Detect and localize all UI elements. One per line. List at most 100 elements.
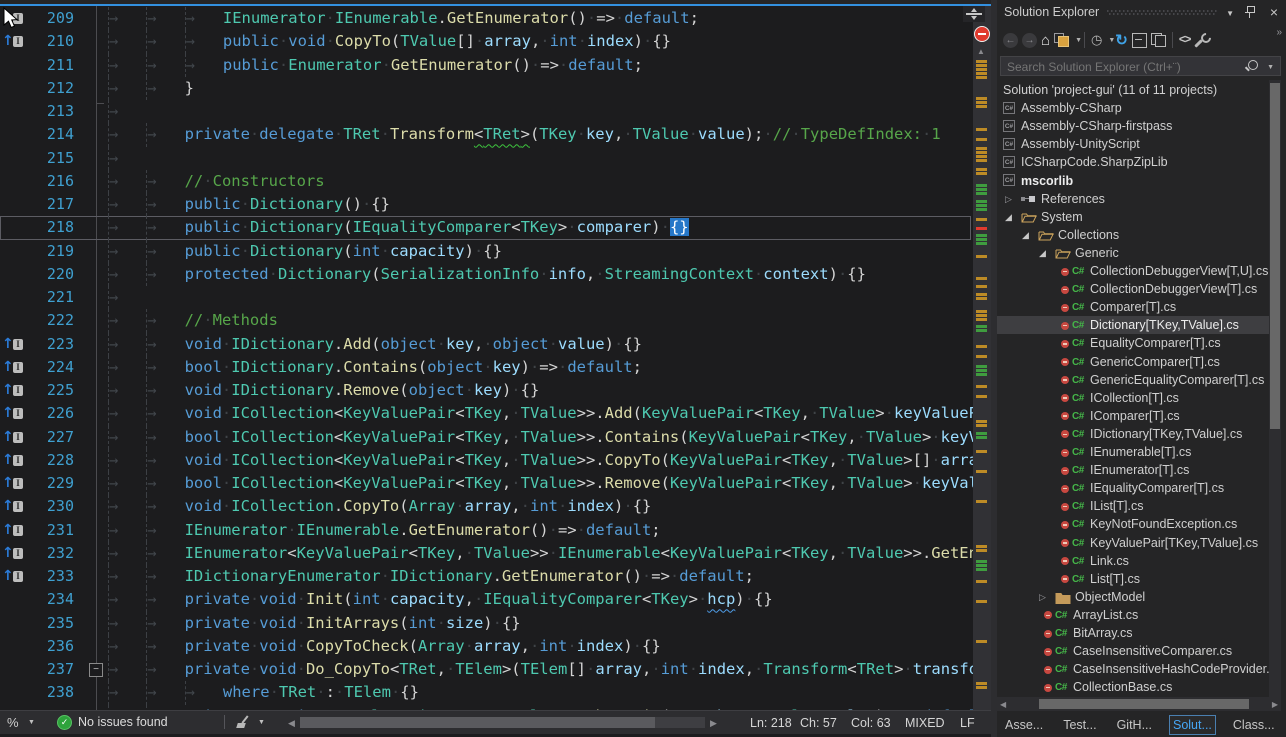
tree-item-collectionbase-cs[interactable]: C#CollectionBase.cs xyxy=(997,678,1269,696)
line-number[interactable]: 237 xyxy=(24,658,74,681)
implements-indicator-icon[interactable]: ↑ xyxy=(2,402,14,425)
home-icon[interactable]: ⌂ xyxy=(1041,30,1050,50)
interface-indicator-icon[interactable]: I xyxy=(13,501,23,512)
line-number[interactable]: 215 xyxy=(24,147,74,170)
line-number[interactable]: 210 xyxy=(24,30,74,53)
tree-item-arraylist-cs[interactable]: C#ArrayList.cs xyxy=(997,606,1269,624)
scroll-up-arrow-icon[interactable]: ▲ xyxy=(977,47,985,56)
line-number[interactable]: 219 xyxy=(24,240,74,263)
tree-vertical-scrollbar[interactable] xyxy=(1269,80,1281,697)
interface-indicator-icon[interactable]: I xyxy=(13,455,23,466)
solution-explorer-title-bar[interactable]: Solution Explorer ▼ × xyxy=(997,0,1286,25)
hscroll-right-arrow-icon[interactable]: ▶ xyxy=(710,718,717,729)
tree-item-solution-root[interactable]: Solution 'project-gui' (11 of 11 project… xyxy=(997,81,1269,99)
window-position-caret-icon[interactable]: ▼ xyxy=(1226,9,1234,18)
code-line-237[interactable]: 237→→private·void·Do_CopyTo<TRet,·TElem>… xyxy=(0,658,973,681)
implements-indicator-icon[interactable]: ↑ xyxy=(2,542,14,565)
solution-tree[interactable]: Solution 'project-gui' (11 of 11 project… xyxy=(997,80,1269,697)
editor-split-handle[interactable] xyxy=(963,6,985,22)
search-input[interactable] xyxy=(1005,58,1239,76)
code-line-214[interactable]: 214→→private·delegate·TRet·Transform<TRe… xyxy=(0,123,973,146)
tree-item-equalitycomparer-t-cs[interactable]: C#EqualityComparer[T].cs xyxy=(997,334,1269,352)
line-number[interactable]: 227 xyxy=(24,426,74,449)
line-number[interactable]: 224 xyxy=(24,356,74,379)
code-line-236[interactable]: 236→→private·void·CopyToCheck(Array·arra… xyxy=(0,635,973,658)
tree-hscroll-right-icon[interactable]: ▶ xyxy=(1272,700,1278,709)
tree-item-bitarray-cs[interactable]: C#BitArray.cs xyxy=(997,624,1269,642)
line-number[interactable]: 218 xyxy=(24,216,74,239)
code-line-213[interactable]: 213→ xyxy=(0,100,973,123)
tree-item-genericequalitycomparer-t-cs[interactable]: C#GenericEqualityComparer[T].cs xyxy=(997,371,1269,389)
expander-collapsed-icon[interactable]: ▷ xyxy=(1039,588,1046,606)
tool-window-tab-asse[interactable]: Asse... xyxy=(1002,716,1046,734)
zoom-caret-icon[interactable]: ▼ xyxy=(28,719,35,726)
implements-indicator-icon[interactable]: ↑ xyxy=(2,333,14,356)
implements-indicator-icon[interactable]: ↑ xyxy=(2,356,14,379)
refresh-icon[interactable]: ↻ xyxy=(1115,30,1128,50)
filter-caret-icon[interactable]: ▼ xyxy=(1108,37,1115,44)
tree-item-iequalitycomparer-t-cs[interactable]: C#IEqualityComparer[T].cs xyxy=(997,479,1269,497)
interface-indicator-icon[interactable]: I xyxy=(13,525,23,536)
line-number[interactable]: 223 xyxy=(24,333,74,356)
tree-item-comparer-t-cs[interactable]: C#Comparer[T].cs xyxy=(997,298,1269,316)
search-icon[interactable] xyxy=(1248,60,1258,70)
code-line-235[interactable]: 235→→private·void·InitArrays(int·size)·{… xyxy=(0,612,973,635)
tree-item-idictionary-tkey-tvalue-cs[interactable]: C#IDictionary[TKey,TValue].cs xyxy=(997,425,1269,443)
line-number[interactable]: 225 xyxy=(24,379,74,402)
tree-item-ienumerable-t-cs[interactable]: C#IEnumerable[T].cs xyxy=(997,443,1269,461)
line-number[interactable]: 235 xyxy=(24,612,74,635)
view-code-icon[interactable]: <> xyxy=(1179,30,1190,50)
title-drag-grip[interactable] xyxy=(1107,10,1217,15)
expander-expanded-icon[interactable]: ◢ xyxy=(1039,244,1046,262)
tool-window-tab-test[interactable]: Test... xyxy=(1060,716,1099,734)
interface-indicator-icon[interactable]: I xyxy=(13,432,23,443)
tree-item-icomparer-t-cs[interactable]: C#IComparer[T].cs xyxy=(997,407,1269,425)
line-number[interactable]: 230 xyxy=(24,495,74,518)
code-line-221[interactable]: 221→ xyxy=(0,286,973,309)
implements-indicator-icon[interactable]: ↑ xyxy=(2,495,14,518)
interface-indicator-icon[interactable]: I xyxy=(13,408,23,419)
code-line-210[interactable]: ↑I210→→→public·void·CopyTo(TValue[]·arra… xyxy=(0,30,973,53)
editor-vertical-scrollbar[interactable] xyxy=(973,6,991,710)
tree-item-collections[interactable]: ◢Collections xyxy=(997,226,1269,244)
code-line-215[interactable]: 215→ xyxy=(0,147,973,170)
tree-item-ienumerator-t-cs[interactable]: C#IEnumerator[T].cs xyxy=(997,461,1269,479)
hscroll-thumb[interactable] xyxy=(300,717,655,728)
interface-indicator-icon[interactable]: I xyxy=(13,385,23,396)
line-number[interactable]: 229 xyxy=(24,472,74,495)
forward-icon[interactable]: → xyxy=(1022,33,1037,48)
pending-changes-filter-icon[interactable]: ◷ xyxy=(1091,30,1102,50)
tree-item-genericcomparer-t-cs[interactable]: C#GenericComparer[T].cs xyxy=(997,353,1269,371)
implements-indicator-icon[interactable]: ↑ xyxy=(2,426,14,449)
line-number[interactable]: 216 xyxy=(24,170,74,193)
line-number[interactable]: 226 xyxy=(24,402,74,425)
tree-vscroll-thumb[interactable] xyxy=(1270,83,1280,429)
code-line-228[interactable]: ↑I228→→void·ICollection<KeyValuePair<TKe… xyxy=(0,449,973,472)
code-line-238[interactable]: 238→→→where·TRet·:·TElem·{} xyxy=(0,681,973,704)
pin-icon[interactable] xyxy=(1244,5,1256,19)
tool-window-tab-class[interactable]: Class... xyxy=(1230,716,1278,734)
line-number[interactable]: 214 xyxy=(24,123,74,146)
hscroll-left-arrow-icon[interactable]: ◀ xyxy=(288,718,295,729)
tree-item-keyvaluepair-tkey-tvalue-cs[interactable]: C#KeyValuePair[TKey,TValue].cs xyxy=(997,534,1269,552)
line-number[interactable]: 231 xyxy=(24,519,74,542)
tree-hscroll-thumb[interactable] xyxy=(1039,699,1249,709)
code-line-225[interactable]: ↑I225→→void·IDictionary.Remove(object·ke… xyxy=(0,379,973,402)
fold-collapse-button[interactable]: − xyxy=(89,663,103,677)
code-line-230[interactable]: ↑I230→→void·ICollection.CopyTo(Array·arr… xyxy=(0,495,973,518)
code-line-222[interactable]: 222→→//·Methods xyxy=(0,309,973,332)
code-line-232[interactable]: ↑I232→→IEnumerator<KeyValuePair<TKey,·TV… xyxy=(0,542,973,565)
tree-hscroll-left-icon[interactable]: ◀ xyxy=(1000,700,1006,709)
code-line-211[interactable]: 211→→→public·Enumerator·GetEnumerator()·… xyxy=(0,54,973,77)
tree-item-assembly-csharp-firstpass[interactable]: C#Assembly-CSharp-firstpass xyxy=(997,117,1269,135)
show-all-files-icon[interactable] xyxy=(1151,33,1166,47)
code-line-231[interactable]: ↑I231→→IEnumerator·IEnumerable.GetEnumer… xyxy=(0,519,973,542)
line-number[interactable]: 236 xyxy=(24,635,74,658)
code-line-218[interactable]: 218→→public·Dictionary(IEqualityComparer… xyxy=(0,216,971,239)
code-line-227[interactable]: ↑I227→→bool·ICollection<KeyValuePair<TKe… xyxy=(0,426,973,449)
line-number[interactable]: 221 xyxy=(24,286,74,309)
tree-item-keynotfoundexception-cs[interactable]: C#KeyNotFoundException.cs xyxy=(997,515,1269,533)
line-number[interactable]: 238 xyxy=(24,681,74,704)
line-number[interactable]: 233 xyxy=(24,565,74,588)
code-cleanup-broom-icon[interactable] xyxy=(236,715,252,729)
